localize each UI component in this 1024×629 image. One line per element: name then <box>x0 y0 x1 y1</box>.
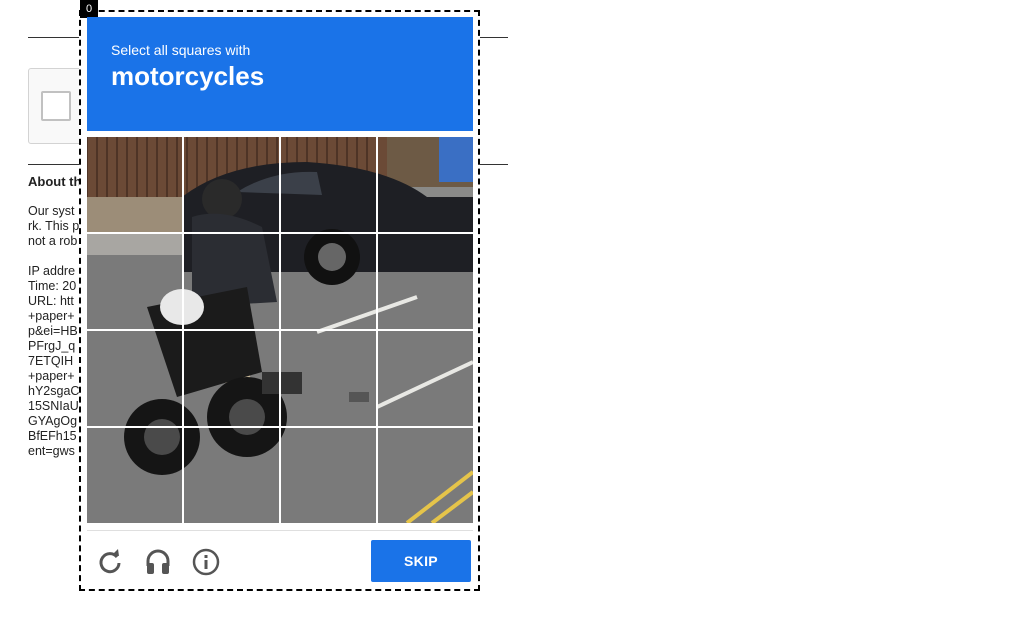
reload-icon[interactable] <box>95 547 125 577</box>
about-text: Our syst rk. This p not a rob IP addre Time:… <box>28 204 79 459</box>
tile-image <box>87 428 182 523</box>
about-text-line: PFrgJ_q <box>28 339 76 353</box>
tile-image <box>378 331 473 426</box>
instruction-text: Select all squares with <box>111 42 251 58</box>
about-text-line: ent=gws <box>28 444 75 458</box>
tile-image <box>184 137 279 232</box>
about-text-line: BfEFh15 <box>28 429 77 443</box>
tile-image <box>378 137 473 232</box>
about-text-line: GYAgOg <box>28 414 78 428</box>
tile-image <box>184 428 279 523</box>
target-object: motorcycles <box>111 61 265 91</box>
tile-image <box>281 428 376 523</box>
image-grid <box>87 137 473 523</box>
image-tile[interactable] <box>378 137 473 232</box>
image-tile[interactable] <box>184 234 279 329</box>
image-tile[interactable] <box>281 331 376 426</box>
image-tile[interactable] <box>87 234 182 329</box>
recaptcha-checkbox[interactable] <box>41 91 71 121</box>
about-heading: About th <box>28 174 82 189</box>
tile-image <box>87 137 182 232</box>
about-text-line: +paper+ <box>28 369 75 383</box>
tile-image <box>87 234 182 329</box>
about-text-line: p&ei=HB <box>28 324 78 338</box>
image-tile[interactable] <box>87 137 182 232</box>
tile-image <box>378 428 473 523</box>
footer-divider <box>87 530 473 531</box>
tile-image <box>87 331 182 426</box>
about-text-line: 7ETQIH <box>28 354 74 368</box>
image-tile[interactable] <box>281 137 376 232</box>
headphones-icon[interactable] <box>143 547 173 577</box>
image-tile[interactable] <box>378 331 473 426</box>
tile-image <box>281 331 376 426</box>
about-text-line <box>28 249 79 264</box>
about-text-line: URL: htt <box>28 294 74 308</box>
image-tile[interactable] <box>378 428 473 523</box>
about-text-line: Time: 20 <box>28 279 77 293</box>
about-text-line: hY2sgaC <box>28 384 80 398</box>
image-tile[interactable] <box>184 428 279 523</box>
image-tile[interactable] <box>281 234 376 329</box>
about-text-line: +paper+ <box>28 309 75 323</box>
image-tile[interactable] <box>184 331 279 426</box>
tile-image <box>184 331 279 426</box>
info-icon[interactable] <box>191 547 221 577</box>
image-tile[interactable] <box>281 428 376 523</box>
about-text-line: 15SNIaU <box>28 399 79 413</box>
challenge-header: Select all squares with motorcycles <box>87 17 473 131</box>
about-text-line: IP addre <box>28 264 76 278</box>
tile-image <box>184 234 279 329</box>
image-tile[interactable] <box>87 331 182 426</box>
image-tile[interactable] <box>87 428 182 523</box>
skip-button[interactable]: SKIP <box>371 540 471 582</box>
image-tile[interactable] <box>184 137 279 232</box>
image-tile[interactable] <box>378 234 473 329</box>
about-text-line: rk. This p <box>28 219 80 233</box>
about-text-line: not a rob <box>28 234 78 248</box>
about-text-line: Our syst <box>28 204 75 218</box>
tile-image <box>378 234 473 329</box>
tile-image <box>281 137 376 232</box>
tile-image <box>281 234 376 329</box>
